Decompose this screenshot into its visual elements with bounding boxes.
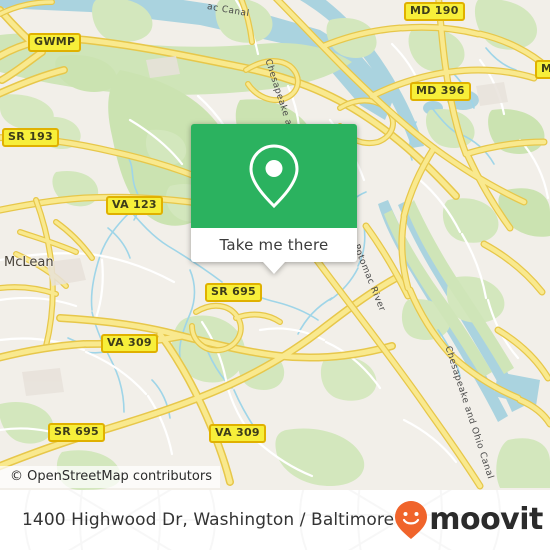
map-pin-icon xyxy=(249,144,299,209)
popup-button-label: Take me there xyxy=(219,236,329,254)
popup-button[interactable]: Take me there xyxy=(191,228,357,262)
road-shield-sr-193: SR 193 xyxy=(2,128,59,147)
road-shield-md: MD xyxy=(535,60,550,79)
popup-tail xyxy=(263,262,285,274)
road-shield-sr-695: SR 695 xyxy=(205,283,262,302)
popup-icon-area xyxy=(191,124,357,228)
footer-bar: 1400 Highwood Dr, Washington / Baltimore… xyxy=(0,490,550,550)
road-shield-gwmp: GWMP xyxy=(28,33,82,52)
moovit-smiley-pin-icon xyxy=(395,501,428,539)
place-label-mclean: McLean xyxy=(4,255,54,270)
map-canvas[interactable]: ac Canal Chesapeake and O Potomac River … xyxy=(0,0,550,490)
road-shield-va-309-south: VA 309 xyxy=(209,424,266,443)
road-shield-md-190: MD 190 xyxy=(404,2,465,21)
moovit-logo[interactable]: moovit xyxy=(394,500,543,540)
road-shield-va-309: VA 309 xyxy=(101,334,158,353)
screenshot-root: ac Canal Chesapeake and O Potomac River … xyxy=(0,0,550,550)
moovit-wordmark: moovit xyxy=(429,502,543,537)
osm-attribution[interactable]: © OpenStreetMap contributors xyxy=(0,466,220,488)
take-me-there-popup[interactable]: Take me there xyxy=(191,124,357,274)
road-shield-va-123: VA 123 xyxy=(106,196,163,215)
road-shield-sr-695-south: SR 695 xyxy=(48,423,105,442)
road-shield-md-396: MD 396 xyxy=(410,82,471,101)
address-label: 1400 Highwood Dr, Washington / Baltimore xyxy=(22,510,395,530)
